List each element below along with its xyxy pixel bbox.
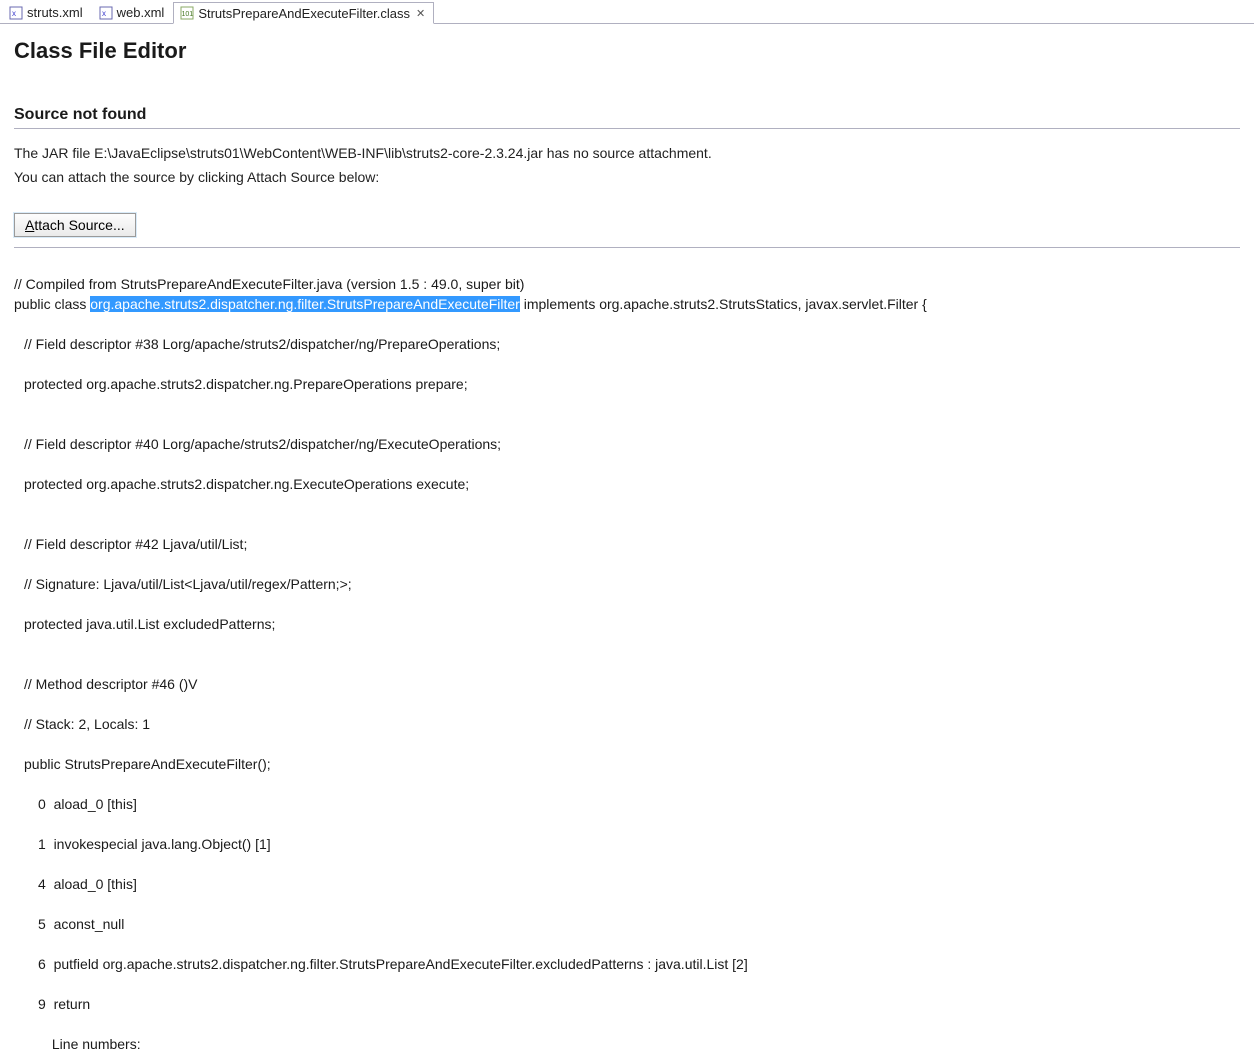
- code-line: 4 aload_0 [this]: [14, 874, 1240, 894]
- editor-content: Class File Editor Source not found The J…: [0, 24, 1254, 1054]
- svg-text:x: x: [12, 9, 16, 18]
- code-line: // Field descriptor #40 Lorg/apache/stru…: [14, 434, 1240, 454]
- code-line: protected java.util.List excludedPattern…: [14, 614, 1240, 634]
- decompiled-code: // Compiled from StrutsPrepareAndExecute…: [14, 254, 1240, 1054]
- code-line: protected org.apache.struts2.dispatcher.…: [14, 474, 1240, 494]
- code-line: // Compiled from StrutsPrepareAndExecute…: [14, 276, 524, 292]
- code-line: 0 aload_0 [this]: [14, 794, 1240, 814]
- attach-source-button[interactable]: Attach Source...: [14, 213, 136, 237]
- message-line-1: The JAR file E:\JavaEclipse\struts01\Web…: [14, 145, 1240, 161]
- code-line: public class org.apache.struts2.dispatch…: [14, 296, 927, 312]
- code-line: // Signature: Ljava/util/List<Ljava/util…: [14, 574, 1240, 594]
- svg-text:101: 101: [182, 11, 194, 18]
- section-heading: Source not found: [14, 106, 1240, 124]
- xml-file-icon: x: [99, 6, 113, 20]
- code-line: 9 return: [14, 994, 1240, 1014]
- code-line: Line numbers:: [14, 1034, 1240, 1054]
- xml-file-icon: x: [9, 6, 23, 20]
- button-label-rest: ttach Source...: [34, 217, 124, 233]
- code-line: protected org.apache.struts2.dispatcher.…: [14, 374, 1240, 394]
- close-icon[interactable]: ✕: [416, 7, 425, 20]
- class-file-icon: 101: [180, 6, 194, 20]
- editor-tab-bar: x struts.xml x web.xml 101 StrutsPrepare…: [0, 0, 1254, 24]
- tab-web-xml[interactable]: x web.xml: [92, 1, 174, 23]
- highlighted-class-name: org.apache.struts2.dispatcher.ng.filter.…: [90, 296, 520, 312]
- tab-label: web.xml: [117, 5, 165, 20]
- code-line: // Field descriptor #42 Ljava/util/List;: [14, 534, 1240, 554]
- message-line-2: You can attach the source by clicking At…: [14, 169, 1240, 185]
- code-line: public StrutsPrepareAndExecuteFilter();: [14, 754, 1240, 774]
- page-title: Class File Editor: [14, 38, 1240, 64]
- code-line: // Method descriptor #46 ()V: [14, 674, 1240, 694]
- code-line: 5 aconst_null: [14, 914, 1240, 934]
- tab-class-file[interactable]: 101 StrutsPrepareAndExecuteFilter.class …: [173, 2, 434, 24]
- tab-label: struts.xml: [27, 5, 83, 20]
- svg-text:x: x: [102, 9, 106, 18]
- tab-struts-xml[interactable]: x struts.xml: [2, 1, 92, 23]
- tab-label: StrutsPrepareAndExecuteFilter.class: [198, 6, 410, 21]
- code-line: 6 putfield org.apache.struts2.dispatcher…: [14, 954, 1240, 974]
- code-line: 1 invokespecial java.lang.Object() [1]: [14, 834, 1240, 854]
- code-line: // Stack: 2, Locals: 1: [14, 714, 1240, 734]
- divider: [14, 128, 1240, 129]
- code-line: // Field descriptor #38 Lorg/apache/stru…: [14, 334, 1240, 354]
- divider: [14, 247, 1240, 248]
- mnemonic-key: A: [25, 217, 34, 233]
